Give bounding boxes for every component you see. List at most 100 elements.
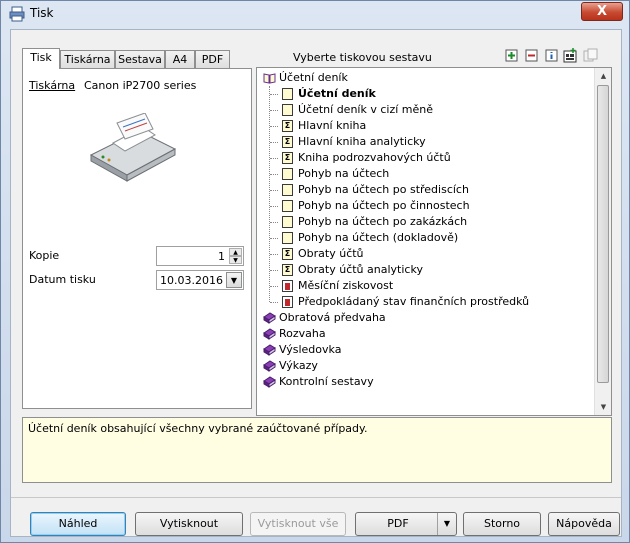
tree-item-label: Účetní deník: [298, 87, 376, 100]
tree-branch-line: [270, 302, 278, 303]
tree-branch-line: [270, 110, 278, 111]
tree-connector-line: [269, 86, 270, 302]
sigma-report-icon: Σ: [282, 248, 293, 260]
pdf-dropdown-icon[interactable]: ▼: [437, 513, 456, 535]
tab-tisk[interactable]: Tisk: [22, 48, 60, 69]
help-button[interactable]: Nápověda: [548, 512, 620, 536]
sigma-report-icon: Σ: [282, 152, 293, 164]
tree-item-label: Kontrolní sestavy: [279, 375, 374, 388]
select-report-label: Vyberte tiskovou sestavu: [293, 51, 432, 64]
tree-item-label: Obraty účtů analyticky: [298, 263, 423, 276]
close-button[interactable]: X: [581, 2, 623, 21]
spin-down-icon[interactable]: ▼: [229, 256, 242, 264]
tree-item-label: Pohyb na účtech: [298, 167, 390, 180]
tree-item-label: Výkazy: [279, 359, 318, 372]
tree-branch-line: [270, 126, 278, 127]
tree-item-label: Výsledovka: [279, 343, 342, 356]
document-icon: [282, 104, 293, 116]
tree-branch-line: [270, 270, 278, 271]
tree-item-label: Pohyb na účtech po střediscích: [298, 183, 469, 196]
printer-illustration-icon: [89, 113, 177, 182]
report-tree[interactable]: Účetní deník Účetní deník Účetní deník v c…: [256, 67, 612, 416]
print-date-label: Datum tisku: [29, 273, 96, 286]
tree-item-label: Pohyb na účtech (dokladově): [298, 231, 459, 244]
tree-branch-line: [270, 174, 278, 175]
tree-item-label: Hlavní kniha: [298, 119, 367, 132]
document-icon: [282, 88, 293, 100]
collapse-icon[interactable]: [524, 48, 539, 63]
tree-item-label: Hlavní kniha analyticky: [298, 135, 426, 148]
pdf-button-label: PDF: [387, 517, 409, 530]
tab-tiskarna[interactable]: Tiskárna: [60, 50, 115, 68]
tree-item-label: Rozvaha: [279, 327, 326, 340]
info-icon[interactable]: [544, 48, 559, 63]
document-icon: [282, 216, 293, 228]
tree-item-label: Předpokládaný stav finančních prostředků: [298, 295, 530, 308]
document-icon: [282, 184, 293, 196]
tree-branch-line: [270, 238, 278, 239]
tree-item-label: Pohyb na účtech po zakázkách: [298, 215, 468, 228]
print-date-picker[interactable]: 10.03.2016 ▼: [156, 270, 244, 290]
closed-book-icon: [263, 344, 276, 356]
sigma-report-icon: Σ: [282, 136, 293, 148]
report-description: Účetní deník obsahující všechny vybrané …: [22, 417, 612, 483]
closed-book-icon: [263, 328, 276, 340]
tree-item-label: Kniha podrozvahových účtů: [298, 151, 451, 164]
chart-report-icon: [282, 280, 293, 292]
tree-branch-line: [270, 94, 278, 95]
tree-item-label: Účetní deník: [279, 71, 348, 84]
scroll-up-icon[interactable]: ▲: [598, 70, 609, 82]
printer-app-icon: [9, 6, 25, 22]
tree-branch-line: [270, 190, 278, 191]
window-title: Tisk: [30, 6, 54, 20]
cancel-button[interactable]: Storno: [463, 512, 541, 536]
sigma-report-icon: Σ: [282, 120, 293, 132]
closed-book-icon: [263, 360, 276, 372]
chart-report-icon: [282, 296, 293, 308]
dialog-body: Tisk Tiskárna Sestava A4 PDF Vyberte tis…: [10, 29, 622, 537]
expand-icon[interactable]: [504, 48, 519, 63]
scroll-down-icon[interactable]: ▼: [598, 401, 609, 413]
preview-button[interactable]: Náhled: [30, 512, 126, 536]
document-icon: [282, 232, 293, 244]
document-icon: [282, 200, 293, 212]
tree-item-label: Účetní deník v cizí měně: [298, 103, 434, 116]
copies-stepper[interactable]: 1 ▲ ▼: [156, 246, 244, 266]
tab-sestava[interactable]: Sestava: [115, 50, 165, 68]
tab-pdf[interactable]: PDF: [195, 50, 230, 68]
button-separator: [11, 497, 621, 498]
chevron-down-icon[interactable]: ▼: [226, 272, 242, 288]
print-all-button[interactable]: Vytisknout vše: [250, 512, 346, 536]
tree-branch-line: [270, 254, 278, 255]
tree-branch-line: [270, 206, 278, 207]
tree-branch-line: [270, 222, 278, 223]
pdf-split-button[interactable]: PDF ▼: [355, 512, 457, 536]
copies-value: 1: [218, 250, 225, 263]
spin-up-icon[interactable]: ▲: [229, 248, 242, 256]
tree-branch-line: [270, 142, 278, 143]
copies-label: Kopie: [29, 249, 60, 262]
sigma-report-icon: Σ: [282, 264, 293, 276]
closed-book-icon: [263, 376, 276, 388]
tree-item-label: Obraty účtů: [298, 247, 364, 260]
print-button[interactable]: Vytisknout: [135, 512, 243, 536]
tree-scrollbar[interactable]: ▲ ▼: [594, 68, 611, 415]
copy-report-icon[interactable]: [583, 48, 598, 63]
tree-branch-line: [270, 286, 278, 287]
tree-item-label: Měsíční ziskovost: [298, 279, 394, 292]
scroll-thumb[interactable]: [597, 85, 609, 383]
tree-branch-line: [270, 158, 278, 159]
document-icon: [282, 168, 293, 180]
print-settings-panel: Tiskárna Canon iP2700 series Kopie 1 ▲ ▼…: [22, 68, 252, 409]
open-book-icon: [263, 72, 276, 84]
print-dialog-window: Tisk X Tisk Tiskárna Sestava A4 PDF Vybe…: [0, 0, 630, 543]
printer-link[interactable]: Tiskárna: [29, 79, 75, 92]
tree-item-label: Pohyb na účtech po činnostech: [298, 199, 470, 212]
tree-item-label: Obratová předvaha: [279, 311, 386, 324]
title-bar[interactable]: Tisk X: [1, 1, 629, 27]
tab-a4[interactable]: A4: [165, 50, 195, 68]
print-date-value: 10.03.2016: [160, 274, 223, 287]
printer-name: Canon iP2700 series: [84, 79, 197, 92]
closed-book-icon: [263, 312, 276, 324]
add-report-icon[interactable]: [563, 48, 578, 63]
